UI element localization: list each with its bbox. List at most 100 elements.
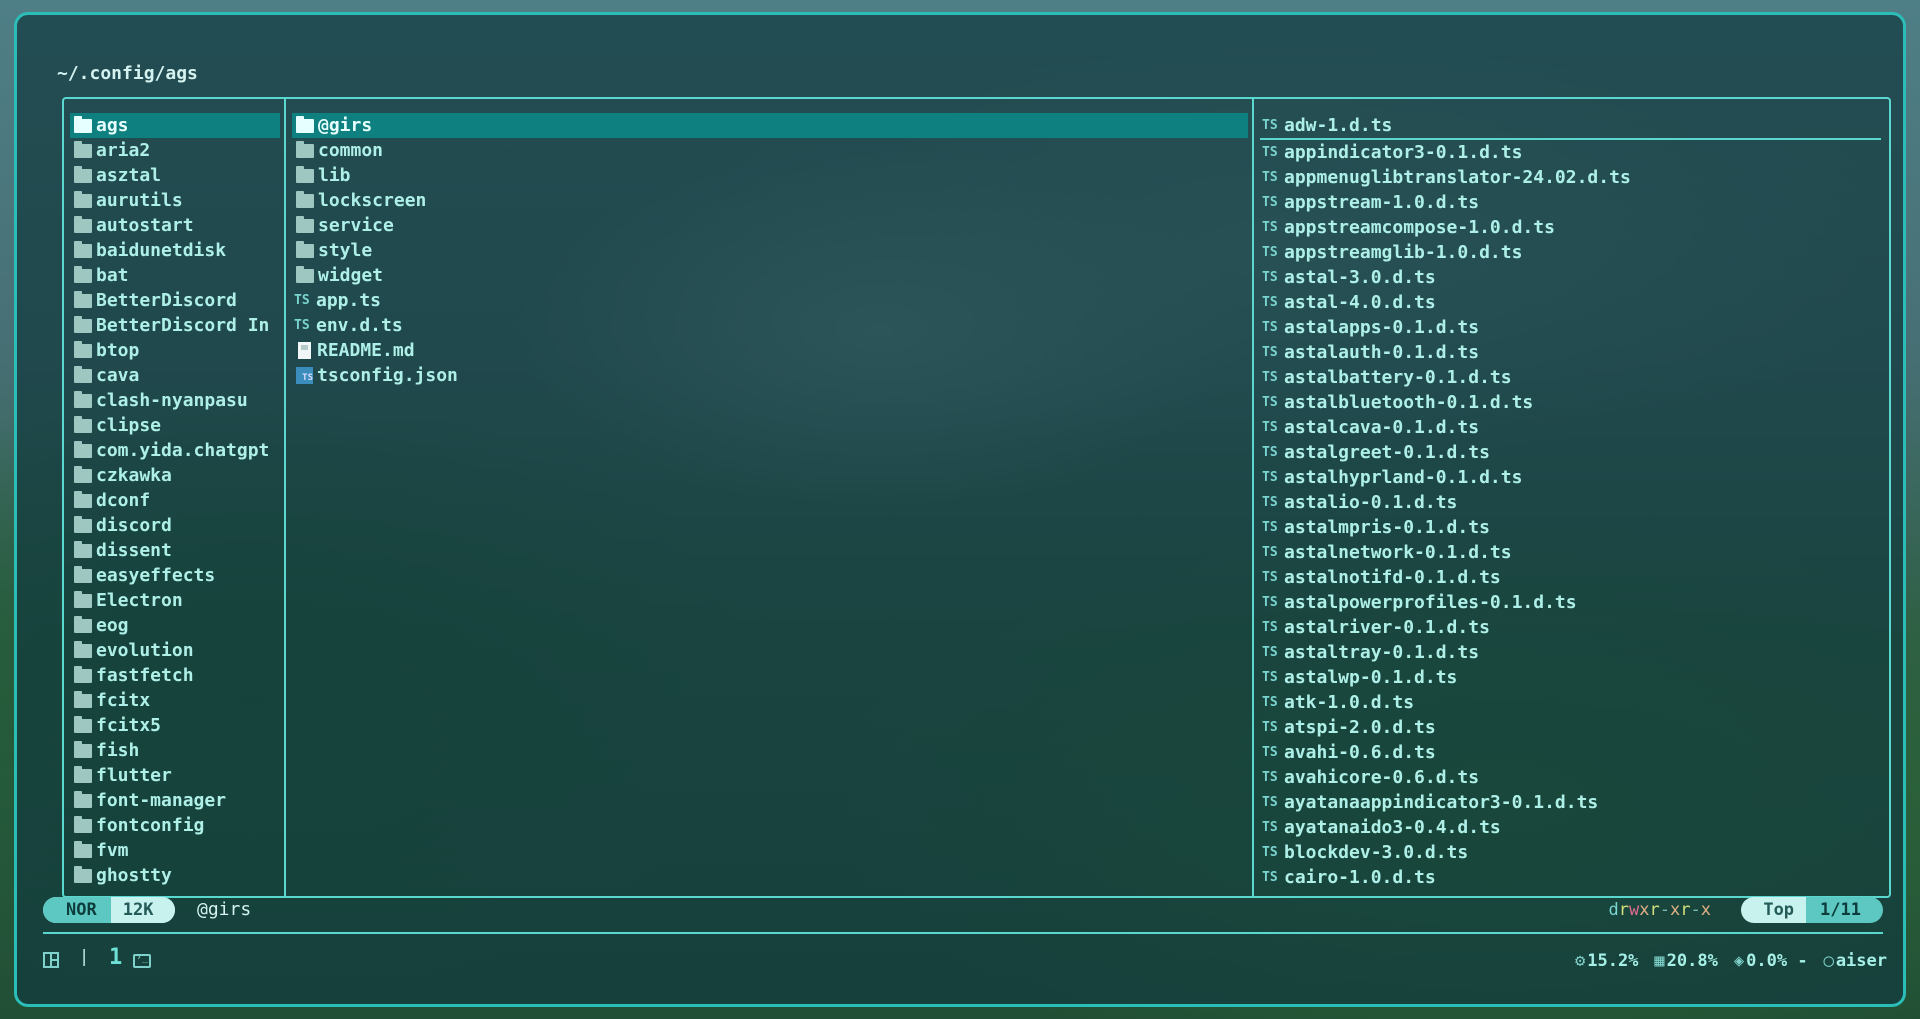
list-item[interactable]: czkawka [70,463,280,488]
list-item[interactable]: dissent [70,538,280,563]
folder-icon [74,690,92,708]
list-item[interactable]: clipse [70,413,280,438]
list-item[interactable]: aria2 [70,138,280,163]
workspace-number[interactable]: 1 [109,945,122,970]
item-label: com.yida.chatgpt [96,440,270,461]
preview-item[interactable]: TS astalapps-0.1.d.ts [1260,315,1885,340]
preview-item[interactable]: TS adw-1.d.ts [1260,113,1881,140]
status-line: NOR 12K @girs drwxr-xr-x Top 1/11 [43,897,1883,923]
folder-icon [296,265,314,283]
preview-item[interactable]: TS astalwp-0.1.d.ts [1260,665,1885,690]
list-item[interactable]: evolution [70,638,280,663]
list-item[interactable]: easyeffects [70,563,280,588]
preview-item[interactable]: TS astalmpris-0.1.d.ts [1260,515,1885,540]
preview-item[interactable]: TS astalgreet-0.1.d.ts [1260,440,1885,465]
list-item[interactable]: Electron [70,588,280,613]
preview-item[interactable]: TS astalhyprland-0.1.d.ts [1260,465,1885,490]
preview-item[interactable]: TS avahicore-0.6.d.ts [1260,765,1885,790]
list-item[interactable]: TS app.ts [292,288,1248,313]
preview-item[interactable]: TS appstream-1.0.d.ts [1260,190,1885,215]
folder-icon [296,140,314,158]
item-label: autostart [96,215,194,236]
list-item[interactable]: widget [292,263,1248,288]
list-item[interactable]: service [292,213,1248,238]
preview-item[interactable]: TS ayatanaappindicator3-0.1.d.ts [1260,790,1885,815]
typescript-icon: TS [1262,845,1278,860]
list-item[interactable]: font-manager [70,788,280,813]
memory-usage: ▦ 20.8% [1654,951,1718,971]
item-label: lockscreen [318,190,427,211]
preview-item[interactable]: TS appstreamcompose-1.0.d.ts [1260,215,1885,240]
item-label: appindicator3-0.1.d.ts [1284,142,1523,163]
list-item[interactable]: baidunetdisk [70,238,280,263]
preview-item[interactable]: TS blockdev-3.0.d.ts [1260,840,1885,865]
preview-item[interactable]: TS atspi-2.0.d.ts [1260,715,1885,740]
current-pane[interactable]: @girs common lib lockscreen service style widg… [286,99,1254,896]
position-indicator: Top 1/11 [1741,897,1883,923]
parent-pane[interactable]: ags aria2 asztal aurutils autostart baidunetd… [64,99,286,896]
list-item[interactable]: aurutils [70,188,280,213]
list-item[interactable]: com.yida.chatgpt [70,438,280,463]
preview-item[interactable]: TS ayatanaido3-0.4.d.ts [1260,815,1885,840]
list-item[interactable]: fcitx [70,688,280,713]
typescript-icon: TS [1262,395,1278,410]
list-item[interactable]: fish [70,738,280,763]
list-item[interactable]: asztal [70,163,280,188]
preview-item[interactable]: TS astalcava-0.1.d.ts [1260,415,1885,440]
preview-item[interactable]: TS avahi-0.6.d.ts [1260,740,1885,765]
list-item[interactable]: common [292,138,1248,163]
preview-item[interactable]: TS astal-4.0.d.ts [1260,290,1885,315]
list-item[interactable]: btop [70,338,280,363]
list-item[interactable]: discord [70,513,280,538]
list-item[interactable]: TS tsconfig.json [292,363,1248,388]
preview-item[interactable]: TS astalbluetooth-0.1.d.ts [1260,390,1885,415]
preview-pane[interactable]: TS adw-1.d.ts TS appindicator3-0.1.d.ts TS ap… [1254,99,1889,896]
preview-item[interactable]: TS atk-1.0.d.ts [1260,690,1885,715]
preview-item[interactable]: TS astalriver-0.1.d.ts [1260,615,1885,640]
list-item[interactable]: clash-nyanpasu [70,388,280,413]
list-item[interactable]: fastfetch [70,663,280,688]
preview-item[interactable]: TS astal-3.0.d.ts [1260,265,1885,290]
preview-item[interactable]: TS appindicator3-0.1.d.ts [1260,140,1885,165]
item-label: astalmpris-0.1.d.ts [1284,517,1490,538]
file-manager-panes: ags aria2 asztal aurutils autostart baidunetd… [62,97,1891,898]
typescript-icon: TS [1262,470,1278,485]
list-item[interactable]: bat [70,263,280,288]
list-item[interactable]: flutter [70,763,280,788]
preview-item[interactable]: TS astalpowerprofiles-0.1.d.ts [1260,590,1885,615]
list-item[interactable]: TS env.d.ts [292,313,1248,338]
item-label: astaltray-0.1.d.ts [1284,642,1480,663]
folder-icon [74,340,92,358]
preview-item[interactable]: TS astalnetwork-0.1.d.ts [1260,540,1885,565]
folder-icon [74,265,92,283]
item-label: app.ts [316,290,382,311]
list-item[interactable]: lockscreen [292,188,1248,213]
folder-icon [74,715,92,733]
preview-item[interactable]: TS astalio-0.1.d.ts [1260,490,1885,515]
preview-item[interactable]: TS appstreamglib-1.0.d.ts [1260,240,1885,265]
list-item[interactable]: autostart [70,213,280,238]
list-item[interactable]: fcitx5 [70,713,280,738]
preview-item[interactable]: TS cairo-1.0.d.ts [1260,865,1885,890]
preview-item[interactable]: TS astalnotifd-0.1.d.ts [1260,565,1885,590]
list-item[interactable]: ghostty [70,863,280,888]
list-item[interactable]: BetterDiscord In [70,313,280,338]
terminal-icon[interactable] [133,952,151,968]
preview-item[interactable]: TS appmenuglibtranslator-24.02.d.ts [1260,165,1885,190]
list-item[interactable]: README.md [292,338,1248,363]
preview-item[interactable]: TS astaltray-0.1.d.ts [1260,640,1885,665]
list-item[interactable]: ags [70,113,280,138]
layout-icon[interactable] [43,952,59,968]
list-item[interactable]: fontconfig [70,813,280,838]
preview-item[interactable]: TS astalauth-0.1.d.ts [1260,340,1885,365]
list-item[interactable]: eog [70,613,280,638]
list-item[interactable]: lib [292,163,1248,188]
list-item[interactable]: cava [70,363,280,388]
list-item[interactable]: @girs [292,113,1248,138]
list-item[interactable]: fvm [70,838,280,863]
preview-item[interactable]: TS astalbattery-0.1.d.ts [1260,365,1885,390]
list-item[interactable]: BetterDiscord [70,288,280,313]
list-item[interactable]: style [292,238,1248,263]
list-item[interactable]: dconf [70,488,280,513]
terminal-window[interactable]: ~/.config/ags ags aria2 asztal aurutils auto… [14,12,1906,1007]
